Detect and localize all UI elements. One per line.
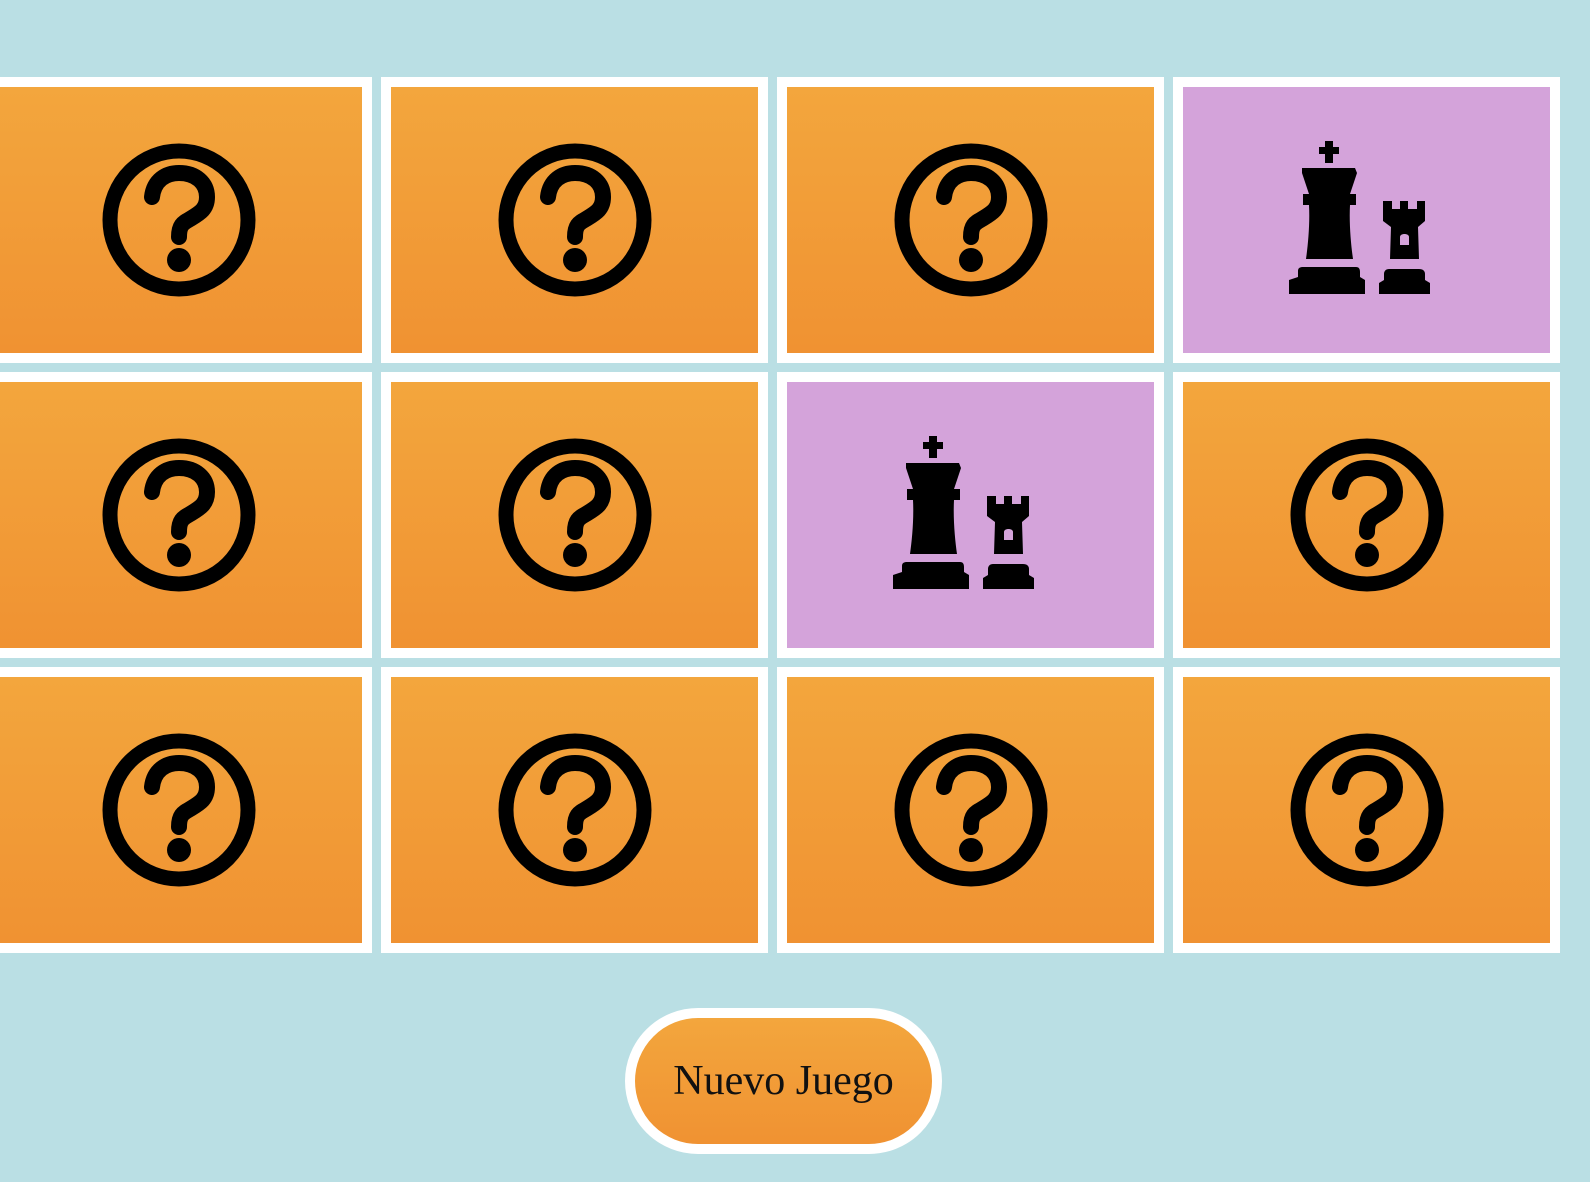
memory-card-hidden[interactable] — [777, 77, 1164, 363]
memory-card-hidden[interactable] — [1173, 372, 1560, 658]
memory-card-hidden[interactable] — [777, 667, 1164, 953]
memory-card-hidden[interactable] — [0, 77, 372, 363]
memory-card-hidden[interactable] — [381, 372, 768, 658]
memory-card-hidden[interactable] — [0, 372, 372, 658]
chess-king-rook-icon — [1286, 139, 1448, 301]
question-circle-icon — [101, 437, 257, 593]
question-circle-icon — [101, 732, 257, 888]
memory-card-revealed[interactable] — [777, 372, 1164, 658]
new-game-button[interactable]: Nuevo Juego — [625, 1008, 942, 1154]
memory-card-hidden[interactable] — [381, 667, 768, 953]
memory-card-hidden[interactable] — [0, 667, 372, 953]
memory-card-hidden[interactable] — [1173, 667, 1560, 953]
question-circle-icon — [101, 142, 257, 298]
question-circle-icon — [893, 142, 1049, 298]
question-circle-icon — [497, 142, 653, 298]
question-circle-icon — [1289, 437, 1445, 593]
chess-king-rook-icon — [890, 434, 1052, 596]
question-circle-icon — [497, 437, 653, 593]
question-circle-icon — [497, 732, 653, 888]
question-circle-icon — [893, 732, 1049, 888]
question-circle-icon — [1289, 732, 1445, 888]
memory-board — [0, 77, 1560, 953]
memory-card-revealed[interactable] — [1173, 77, 1560, 363]
memory-card-hidden[interactable] — [381, 77, 768, 363]
